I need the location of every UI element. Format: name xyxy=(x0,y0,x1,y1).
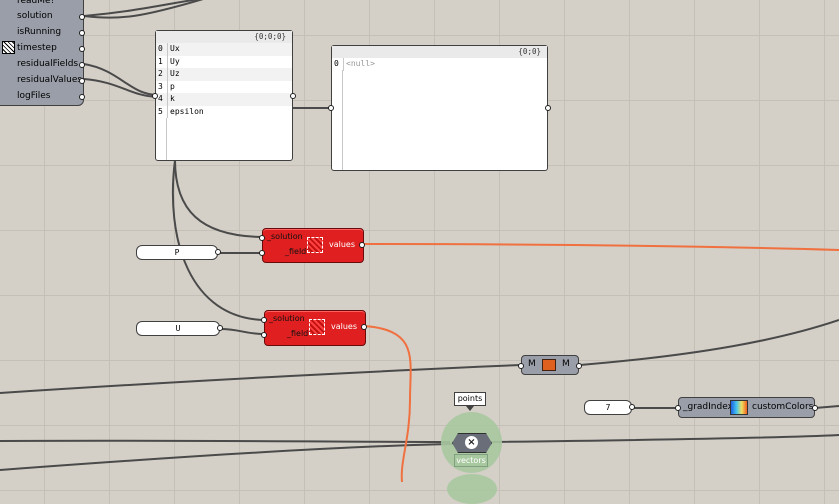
vectors-tag: vectors xyxy=(454,454,488,467)
fields-panel-output-port[interactable] xyxy=(290,93,296,99)
input-field-label: _field xyxy=(285,247,307,256)
field-input-u[interactable]: U xyxy=(136,321,223,336)
tag-pointer xyxy=(466,406,474,411)
output-values-label: values xyxy=(331,322,358,331)
fields-panel-input-port[interactable] xyxy=(152,93,158,99)
output-values-label: values xyxy=(329,240,356,249)
left-component[interactable]: readMe! solution isRunning timestep resi… xyxy=(0,0,85,106)
input-solution-label: _solution xyxy=(269,314,305,323)
output-residualvalues: residualValues xyxy=(17,75,83,85)
field-input-p[interactable]: P xyxy=(136,245,221,260)
probe-component-u[interactable]: _solution _field values xyxy=(261,310,367,346)
wire-vector-out xyxy=(491,434,839,443)
grad-index-input[interactable]: 7 xyxy=(584,400,635,415)
merge-output-label: M xyxy=(562,359,570,369)
output-logfiles: logFiles xyxy=(17,91,51,101)
merge-icon xyxy=(542,359,556,371)
second-component-halo xyxy=(447,474,497,504)
wire-lower-1 xyxy=(0,439,451,443)
gradient-component[interactable]: _gradIndex customColors xyxy=(675,397,818,418)
wire-lower-2 xyxy=(0,443,453,471)
port-field[interactable] xyxy=(259,250,265,256)
wire-values-u-active xyxy=(363,325,412,482)
merge-input-label: M xyxy=(528,359,536,369)
port-values[interactable] xyxy=(359,242,365,248)
merge-input-port[interactable] xyxy=(518,363,524,369)
vector-display-component[interactable]: × xyxy=(452,433,492,453)
fields-panel-header: {0;0;0} xyxy=(156,31,292,43)
wire-residual-values xyxy=(83,78,159,98)
output-residualfields: residualFields xyxy=(17,59,79,69)
panel-row[interactable]: 4k xyxy=(156,93,292,106)
wire-panel-to-probe-p xyxy=(174,159,263,238)
port-solution[interactable] xyxy=(79,14,85,20)
wire-panel-to-probe-u xyxy=(171,159,265,321)
port-residualfields[interactable] xyxy=(79,62,85,68)
port-residualvalues[interactable] xyxy=(79,78,85,84)
wire-values-p-active xyxy=(361,243,839,251)
wire-long-merge xyxy=(0,364,522,394)
null-panel-header: {0;0} xyxy=(332,46,547,58)
port-solution[interactable] xyxy=(259,235,265,241)
panel-index-divider xyxy=(166,118,167,160)
wire-grad-out xyxy=(814,405,839,409)
wire-solution-top xyxy=(83,0,199,17)
probe-icon xyxy=(307,237,323,253)
panel-row[interactable]: 5 epsilon xyxy=(156,105,292,118)
fields-panel[interactable]: {0;0;0} 0 Ux 1 Uy 2 Uz 3p 4k 5 epsilon xyxy=(152,30,296,161)
wire-u-field xyxy=(219,328,265,335)
panel-row[interactable]: 3p xyxy=(156,80,292,93)
merge-component[interactable]: M M xyxy=(518,355,582,375)
input-solution-label: _solution xyxy=(267,232,303,241)
null-panel[interactable]: {0;0} 0 <null> xyxy=(328,45,551,171)
probe-component-p[interactable]: _solution _field values xyxy=(259,228,365,263)
panel-row[interactable]: 2 Uz xyxy=(156,68,292,81)
grad-input-port[interactable] xyxy=(675,405,681,411)
panel-row[interactable]: 1 Uy xyxy=(156,55,292,68)
output-isrunning: isRunning xyxy=(17,27,62,37)
output-readme: readMe! xyxy=(17,0,55,6)
probe-icon xyxy=(309,319,325,335)
port-field[interactable] xyxy=(261,332,267,338)
null-panel-input-port[interactable] xyxy=(328,105,334,111)
output-timestep: timestep xyxy=(17,43,57,53)
close-icon: × xyxy=(465,436,478,449)
panel-row[interactable]: 0 <null> xyxy=(332,58,547,71)
port-solution[interactable] xyxy=(261,317,267,323)
field-input-u-port[interactable] xyxy=(217,325,223,331)
grad-output-label: customColors xyxy=(752,402,814,412)
grad-index-input-port[interactable] xyxy=(629,404,635,410)
input-field-label: _field xyxy=(287,329,309,338)
output-solution: solution xyxy=(17,11,53,21)
panel-index-divider xyxy=(342,70,343,170)
timestep-icon xyxy=(2,41,15,54)
port-logfiles[interactable] xyxy=(79,94,85,100)
points-tag: points xyxy=(454,392,486,406)
wire-merge-out xyxy=(579,319,839,366)
null-panel-output-port[interactable] xyxy=(545,105,551,111)
port-values[interactable] xyxy=(361,324,367,330)
wire-residual-to-panel xyxy=(83,63,159,96)
merge-output-port[interactable] xyxy=(576,363,582,369)
panel-row[interactable]: 0 Ux xyxy=(156,43,292,56)
wire-solution-to-panel xyxy=(83,0,204,19)
port-isrunning[interactable] xyxy=(79,30,85,36)
port-timestep[interactable] xyxy=(79,46,85,52)
field-input-p-port[interactable] xyxy=(215,249,221,255)
grad-input-label: _gradIndex xyxy=(683,402,733,412)
gradient-icon xyxy=(730,400,748,415)
grad-output-port[interactable] xyxy=(812,405,818,411)
